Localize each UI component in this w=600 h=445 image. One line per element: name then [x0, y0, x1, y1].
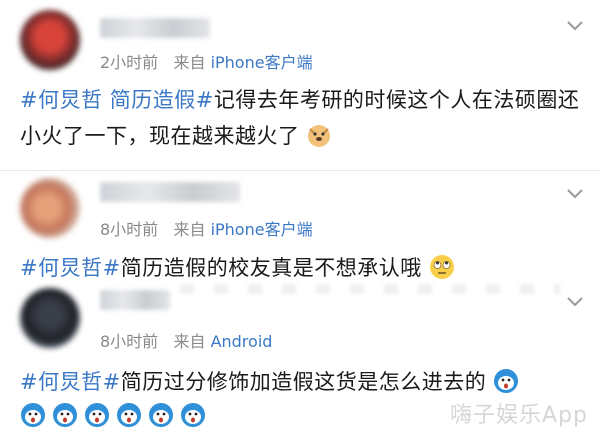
comment-meta: 8小时前 来自 Android — [100, 328, 272, 352]
chevron-down-icon[interactable] — [564, 290, 586, 312]
comment-meta: 8小时前 来自 iPhone客户端 — [100, 216, 313, 240]
emoji-row — [20, 402, 206, 432]
username-blurred[interactable] — [100, 18, 210, 38]
shocked-emoji — [180, 402, 206, 432]
from-label: 来自 — [173, 53, 206, 72]
comment-item: 8小时前 来自 iPhone客户端 #何炅哲#简历造假的校友真是不想承认哦 — [0, 172, 600, 282]
source-client[interactable]: Android — [211, 332, 273, 351]
hashtag-link[interactable]: #何炅哲# — [20, 256, 121, 280]
doge-emoji — [307, 123, 331, 159]
source-client[interactable]: iPhone客户端 — [211, 53, 313, 72]
comment-item: 2小时前 来自 iPhone客户端 #何炅哲 简历造假#记得去年考研的时候这个人… — [0, 0, 600, 175]
shocked-emoji — [84, 402, 110, 432]
shocked-emoji — [52, 402, 78, 432]
from-label: 来自 — [173, 332, 206, 351]
avatar[interactable] — [20, 10, 80, 70]
timestamp: 8小时前 — [100, 332, 159, 351]
chevron-down-icon[interactable] — [564, 182, 586, 204]
source-client[interactable]: iPhone客户端 — [211, 220, 313, 239]
avatar[interactable] — [20, 288, 80, 348]
hashtag-link[interactable]: #何炅哲 简历造假# — [20, 88, 214, 112]
username-blurred[interactable] — [100, 182, 240, 202]
username-blurred[interactable] — [100, 290, 170, 310]
timestamp: 8小时前 — [100, 220, 159, 239]
comment-text: #何炅哲 简历造假#记得去年考研的时候这个人在法硕圈还小火了一下，现在越来越火了 — [20, 82, 582, 159]
from-label: 来自 — [173, 220, 206, 239]
shocked-emoji — [116, 402, 142, 432]
shocked-emoji — [148, 402, 174, 432]
hashtag-link[interactable]: #何炅哲# — [20, 370, 121, 394]
avatar[interactable] — [20, 178, 80, 238]
timestamp: 2小时前 — [100, 53, 159, 72]
shocked-emoji — [20, 402, 46, 432]
watermark: 嗨子娱乐App — [450, 403, 588, 428]
comment-meta: 2小时前 来自 iPhone客户端 — [100, 49, 313, 73]
chevron-down-icon[interactable] — [564, 14, 586, 36]
divider — [0, 170, 600, 171]
comment-body: 简历造假的校友真是不想承认哦 — [120, 256, 422, 280]
comment-body: 简历过分修饰加造假这货是怎么进去的 — [120, 370, 487, 394]
